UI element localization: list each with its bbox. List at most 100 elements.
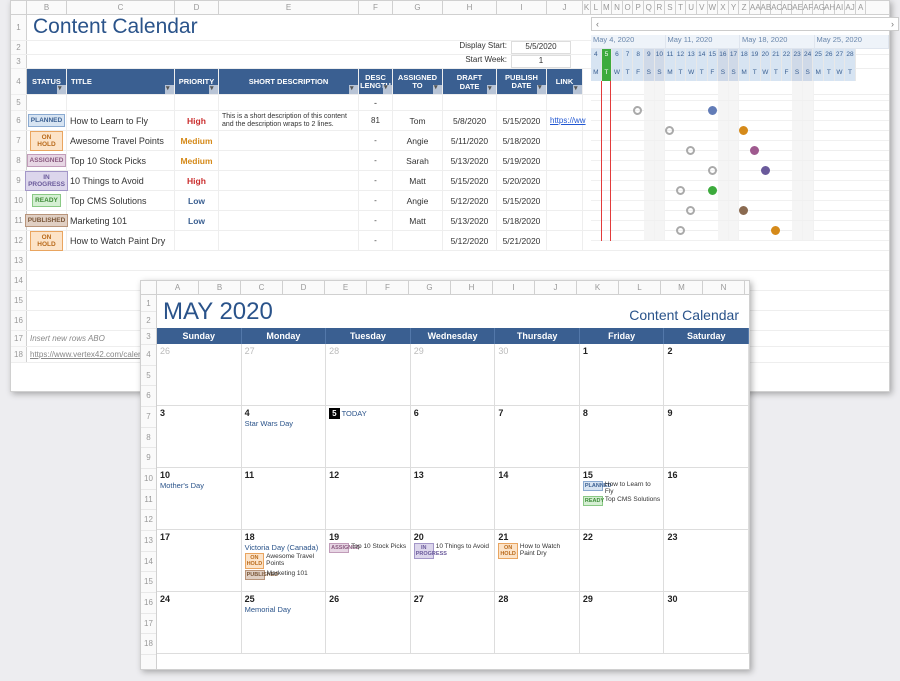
row-header-2[interactable]: 2 [11, 41, 27, 54]
desc-cell[interactable] [219, 191, 359, 210]
row-header-14[interactable]: 14 [11, 271, 27, 290]
gantt-scrollbar[interactable]: ‹ › [591, 17, 899, 31]
calendar-cell[interactable]: 19ASSIGNEDTop 10 Stock Picks [326, 530, 411, 592]
calendar-cell[interactable]: 4Star Wars Day [242, 406, 327, 468]
publish-cell[interactable]: 5/15/2020 [497, 191, 547, 210]
calendar-cell[interactable]: 30 [664, 592, 749, 654]
filter-icon[interactable] [209, 85, 218, 94]
calendar-cell[interactable]: 10Mother's Day [157, 468, 242, 530]
row-header[interactable]: 6 [11, 111, 27, 130]
calendar-cell[interactable]: 29 [411, 344, 496, 406]
calendar-cell[interactable]: 27 [242, 344, 327, 406]
filter-icon[interactable] [433, 85, 442, 94]
calendar-cell[interactable]: 29 [580, 592, 665, 654]
calendar-cell[interactable]: 8 [580, 406, 665, 468]
draft-cell[interactable]: 5/12/2020 [443, 231, 497, 250]
col-link[interactable]: LINK [547, 69, 583, 94]
assigned-cell[interactable] [393, 231, 443, 250]
calendar-cell[interactable]: 30 [495, 344, 580, 406]
calendar-cell[interactable]: 26 [326, 592, 411, 654]
draft-cell[interactable]: 5/8/2020 [443, 111, 497, 130]
calendar-cell[interactable]: 14 [495, 468, 580, 530]
calendar-cell[interactable]: 15PLANNEDHow to Learn to FlyREADYTop CMS… [580, 468, 665, 530]
display-start-value[interactable]: 5/5/2020 [511, 41, 571, 54]
row-header-3[interactable]: 3 [11, 55, 27, 68]
calendar-cell[interactable]: 18Victoria Day (Canada)ON HOLDAwesome Tr… [242, 530, 327, 592]
row-header-5[interactable]: 5 [11, 95, 27, 110]
desc-cell[interactable]: This is a short description of this cont… [219, 111, 359, 130]
draft-cell[interactable]: 5/13/2020 [443, 151, 497, 170]
calendar-cell[interactable]: 17 [157, 530, 242, 592]
row-header[interactable]: 10 [11, 191, 27, 210]
calendar-item[interactable]: IN PROGRESS10 Things to Avoid [414, 543, 492, 559]
draft-cell[interactable]: 5/12/2020 [443, 191, 497, 210]
title-cell[interactable]: Marketing 101 [67, 211, 175, 230]
assigned-cell[interactable]: Angie [393, 191, 443, 210]
col-publish[interactable]: PUBLISH DATE [497, 69, 547, 94]
calendar-cell[interactable]: 25Memorial Day [242, 592, 327, 654]
priority-cell[interactable]: High [175, 111, 219, 130]
publish-cell[interactable]: 5/18/2020 [497, 211, 547, 230]
calendar-item[interactable]: ON HOLDHow to Watch Paint Dry [498, 543, 576, 559]
calendar-cell[interactable]: 2 [664, 344, 749, 406]
calendar-cell[interactable]: 28 [326, 344, 411, 406]
start-week-value[interactable]: 1 [511, 55, 571, 68]
assigned-cell[interactable]: Matt [393, 171, 443, 190]
priority-cell[interactable] [175, 231, 219, 250]
col-status[interactable]: STATUS [27, 69, 67, 94]
calendar-cell[interactable]: 9 [664, 406, 749, 468]
filter-icon[interactable] [383, 85, 392, 94]
scroll-right-icon[interactable]: › [887, 19, 898, 29]
filter-icon[interactable] [165, 85, 174, 94]
col-priority[interactable]: PRIORITY [175, 69, 219, 94]
calendar-cell[interactable]: 28 [495, 592, 580, 654]
filter-icon[interactable] [487, 85, 496, 94]
title-cell[interactable]: Top 10 Stock Picks [67, 151, 175, 170]
draft-cell[interactable]: 5/13/2020 [443, 211, 497, 230]
calendar-item[interactable]: ON HOLDAwesome Travel Points [245, 553, 323, 569]
calendar-item[interactable]: PLANNEDHow to Learn to Fly [583, 481, 661, 495]
publish-cell[interactable]: 5/21/2020 [497, 231, 547, 250]
link-cell[interactable]: https://ww [550, 116, 586, 125]
desc-cell[interactable] [219, 151, 359, 170]
calendar-cell[interactable]: 20IN PROGRESS10 Things to Avoid [411, 530, 496, 592]
scroll-left-icon[interactable]: ‹ [592, 19, 603, 29]
col-title[interactable]: TITLE [67, 69, 175, 94]
assigned-cell[interactable]: Sarah [393, 151, 443, 170]
filter-icon[interactable] [537, 85, 546, 94]
publish-cell[interactable]: 5/15/2020 [497, 111, 547, 130]
row-header-16[interactable]: 16 [11, 311, 27, 330]
row-header-13[interactable]: 13 [11, 251, 27, 270]
calendar-cell[interactable]: 3 [157, 406, 242, 468]
priority-cell[interactable]: Low [175, 211, 219, 230]
row-header-1[interactable]: 1 [11, 15, 27, 40]
desc-cell[interactable] [219, 211, 359, 230]
col-desclen[interactable]: DESC LENGTH [359, 69, 393, 94]
col-draft[interactable]: DRAFT DATE [443, 69, 497, 94]
title-cell[interactable]: Top CMS Solutions [67, 191, 175, 210]
assigned-cell[interactable]: Angie [393, 131, 443, 150]
draft-cell[interactable]: 5/11/2020 [443, 131, 497, 150]
publish-cell[interactable]: 5/18/2020 [497, 131, 547, 150]
filter-icon[interactable] [349, 85, 358, 94]
calendar-cell[interactable]: 6 [411, 406, 496, 468]
desc-cell[interactable] [219, 171, 359, 190]
calendar-cell[interactable]: 1 [580, 344, 665, 406]
calendar-cell[interactable]: 16 [664, 468, 749, 530]
assigned-cell[interactable]: Tom [393, 111, 443, 130]
assigned-cell[interactable]: Matt [393, 211, 443, 230]
row-header-17[interactable]: 17 [11, 331, 27, 346]
template-link[interactable]: https://www.vertex42.com/calenda [30, 350, 151, 359]
row-header[interactable]: 8 [11, 151, 27, 170]
title-cell[interactable]: Awesome Travel Points [67, 131, 175, 150]
publish-cell[interactable]: 5/19/2020 [497, 151, 547, 170]
calendar-cell[interactable]: 24 [157, 592, 242, 654]
calendar-cell[interactable]: 12 [326, 468, 411, 530]
title-cell[interactable]: How to Learn to Fly [67, 111, 175, 130]
calendar-cell[interactable]: 5TODAY [326, 406, 411, 468]
desc-cell[interactable] [219, 231, 359, 250]
calendar-cell[interactable]: 13 [411, 468, 496, 530]
calendar-cell[interactable]: 22 [580, 530, 665, 592]
row-header-4[interactable]: 4 [11, 69, 27, 94]
calendar-item[interactable]: PUBLISHEDMarketing 101 [245, 570, 323, 580]
